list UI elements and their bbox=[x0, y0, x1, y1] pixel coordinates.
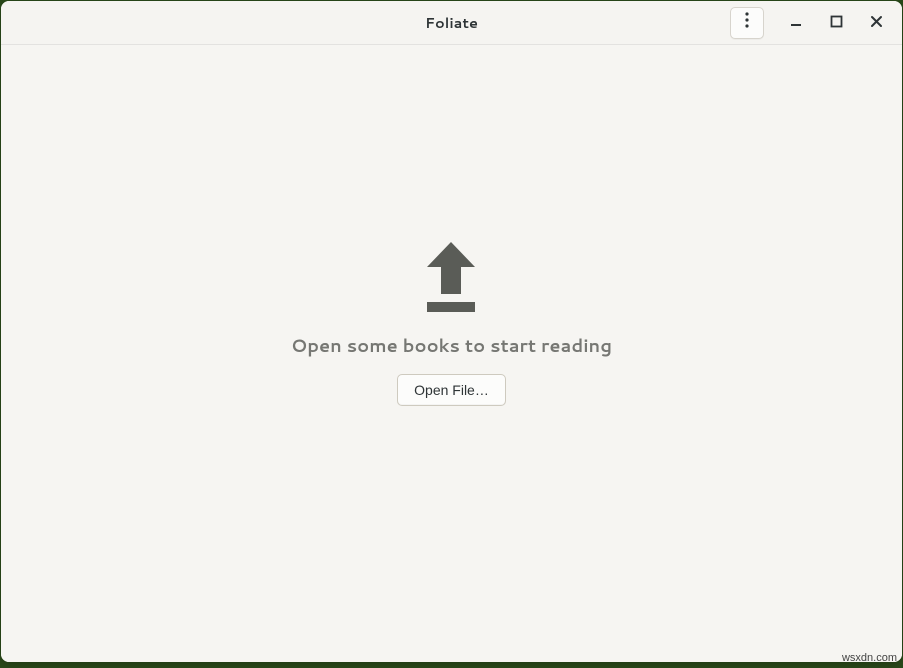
more-vertical-icon bbox=[740, 11, 754, 35]
open-file-button[interactable]: Open File… bbox=[397, 374, 506, 406]
empty-state: Open some books to start reading Open Fi… bbox=[291, 242, 612, 406]
app-window: Foliate bbox=[1, 1, 902, 662]
main-content: Open some books to start reading Open Fi… bbox=[1, 45, 902, 662]
upload-icon bbox=[419, 242, 483, 316]
empty-state-text: Open some books to start reading bbox=[291, 332, 612, 358]
minimize-icon bbox=[789, 11, 803, 34]
close-button[interactable] bbox=[858, 8, 894, 38]
menu-button[interactable] bbox=[730, 7, 764, 39]
headerbar-right bbox=[730, 7, 894, 39]
maximize-button[interactable] bbox=[818, 8, 854, 38]
watermark: wsxdn.com bbox=[842, 652, 897, 664]
maximize-icon bbox=[830, 11, 843, 34]
headerbar: Foliate bbox=[1, 1, 902, 45]
window-controls bbox=[778, 8, 894, 38]
minimize-button[interactable] bbox=[778, 8, 814, 38]
close-icon bbox=[870, 11, 883, 34]
